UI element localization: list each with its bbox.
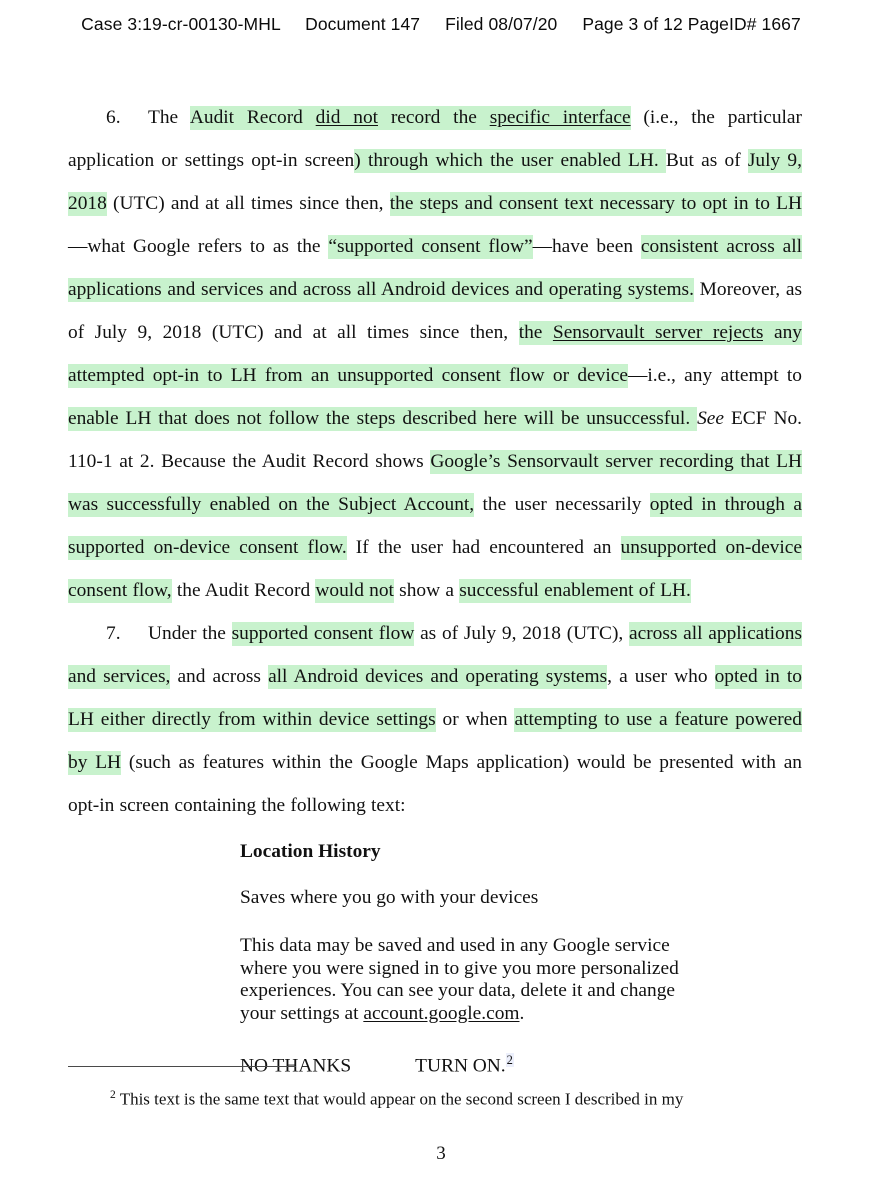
paragraph-6-text: The Audit Record did not record the spec…	[68, 106, 803, 603]
paragraph-6-number: 6.	[106, 107, 121, 128]
page-number: 3	[436, 1143, 446, 1164]
optin-heading: Location History	[240, 841, 381, 862]
highlighted-text: the	[518, 321, 553, 345]
ecf-header-stamp: Case 3:19-cr-00130-MHL Document 147 File…	[0, 14, 882, 35]
document-body: 6. The Audit Record did not record the sp…	[68, 96, 803, 1077]
highlighted-text: record the	[378, 106, 490, 130]
italic-text: See	[697, 408, 725, 429]
optin-body-after-link: .	[519, 1002, 525, 1024]
highlighted-text: Sensorvault server rejects	[552, 321, 764, 345]
highlighted-text: successful enablement of LH.	[459, 579, 691, 603]
footnote-text: This text is the same text that would ap…	[119, 1089, 684, 1109]
underlined-text: specific interface	[489, 107, 631, 128]
highlighted-text: supported consent flow	[231, 622, 415, 646]
highlighted-text: enable LH that does not follow the steps…	[68, 407, 698, 431]
header-page-id: Page 3 of 12 PageID# 1667	[582, 14, 801, 34]
highlighted-text: specific interface	[489, 106, 631, 130]
highlighted-text: all Android devices and operating system…	[268, 665, 608, 689]
paragraph-6: 6. The Audit Record did not record the sp…	[68, 96, 803, 612]
underlined-text: Sensorvault server rejects	[552, 322, 764, 343]
footnote-2: 2 This text is the same text that would …	[68, 1084, 802, 1111]
optin-body-text: This data may be saved and used in any G…	[240, 935, 710, 1025]
header-case-number: Case 3:19-cr-00130-MHL	[81, 14, 281, 34]
paragraph-7-number: 7.	[106, 623, 121, 644]
footnote-separator-rule	[68, 1066, 296, 1067]
optin-screen-quote: Location History Saves where you go with…	[240, 841, 710, 1077]
account-google-link: account.google.com	[363, 1002, 520, 1024]
highlighted-text: Audit Record	[189, 106, 316, 130]
footnote-number: 2	[110, 1089, 116, 1101]
optin-button-row: NO THANKS TURN ON.2	[240, 1049, 710, 1077]
footnote-reference-marker[interactable]: 2	[505, 1053, 514, 1067]
highlighted-text: ) through which the user enabled LH.	[354, 149, 666, 173]
paragraph-7: 7. Under the supported consent flow as of…	[68, 612, 802, 827]
highlighted-text: would not	[315, 579, 394, 603]
highlighted-text: “supported consent flow”	[328, 235, 533, 259]
turn-on-button[interactable]: TURN ON.	[415, 1055, 506, 1076]
optin-subtitle: Saves where you go with your devices	[240, 887, 539, 908]
header-filed-date: Filed 08/07/20	[445, 14, 558, 34]
highlighted-text: the steps and consent text necessary to …	[389, 192, 802, 216]
header-document-number: Document 147	[305, 14, 421, 34]
highlighted-text: did not	[315, 106, 379, 130]
underlined-text: did not	[315, 107, 379, 128]
paragraph-7-text: Under the supported consent flow as of J…	[68, 622, 802, 816]
